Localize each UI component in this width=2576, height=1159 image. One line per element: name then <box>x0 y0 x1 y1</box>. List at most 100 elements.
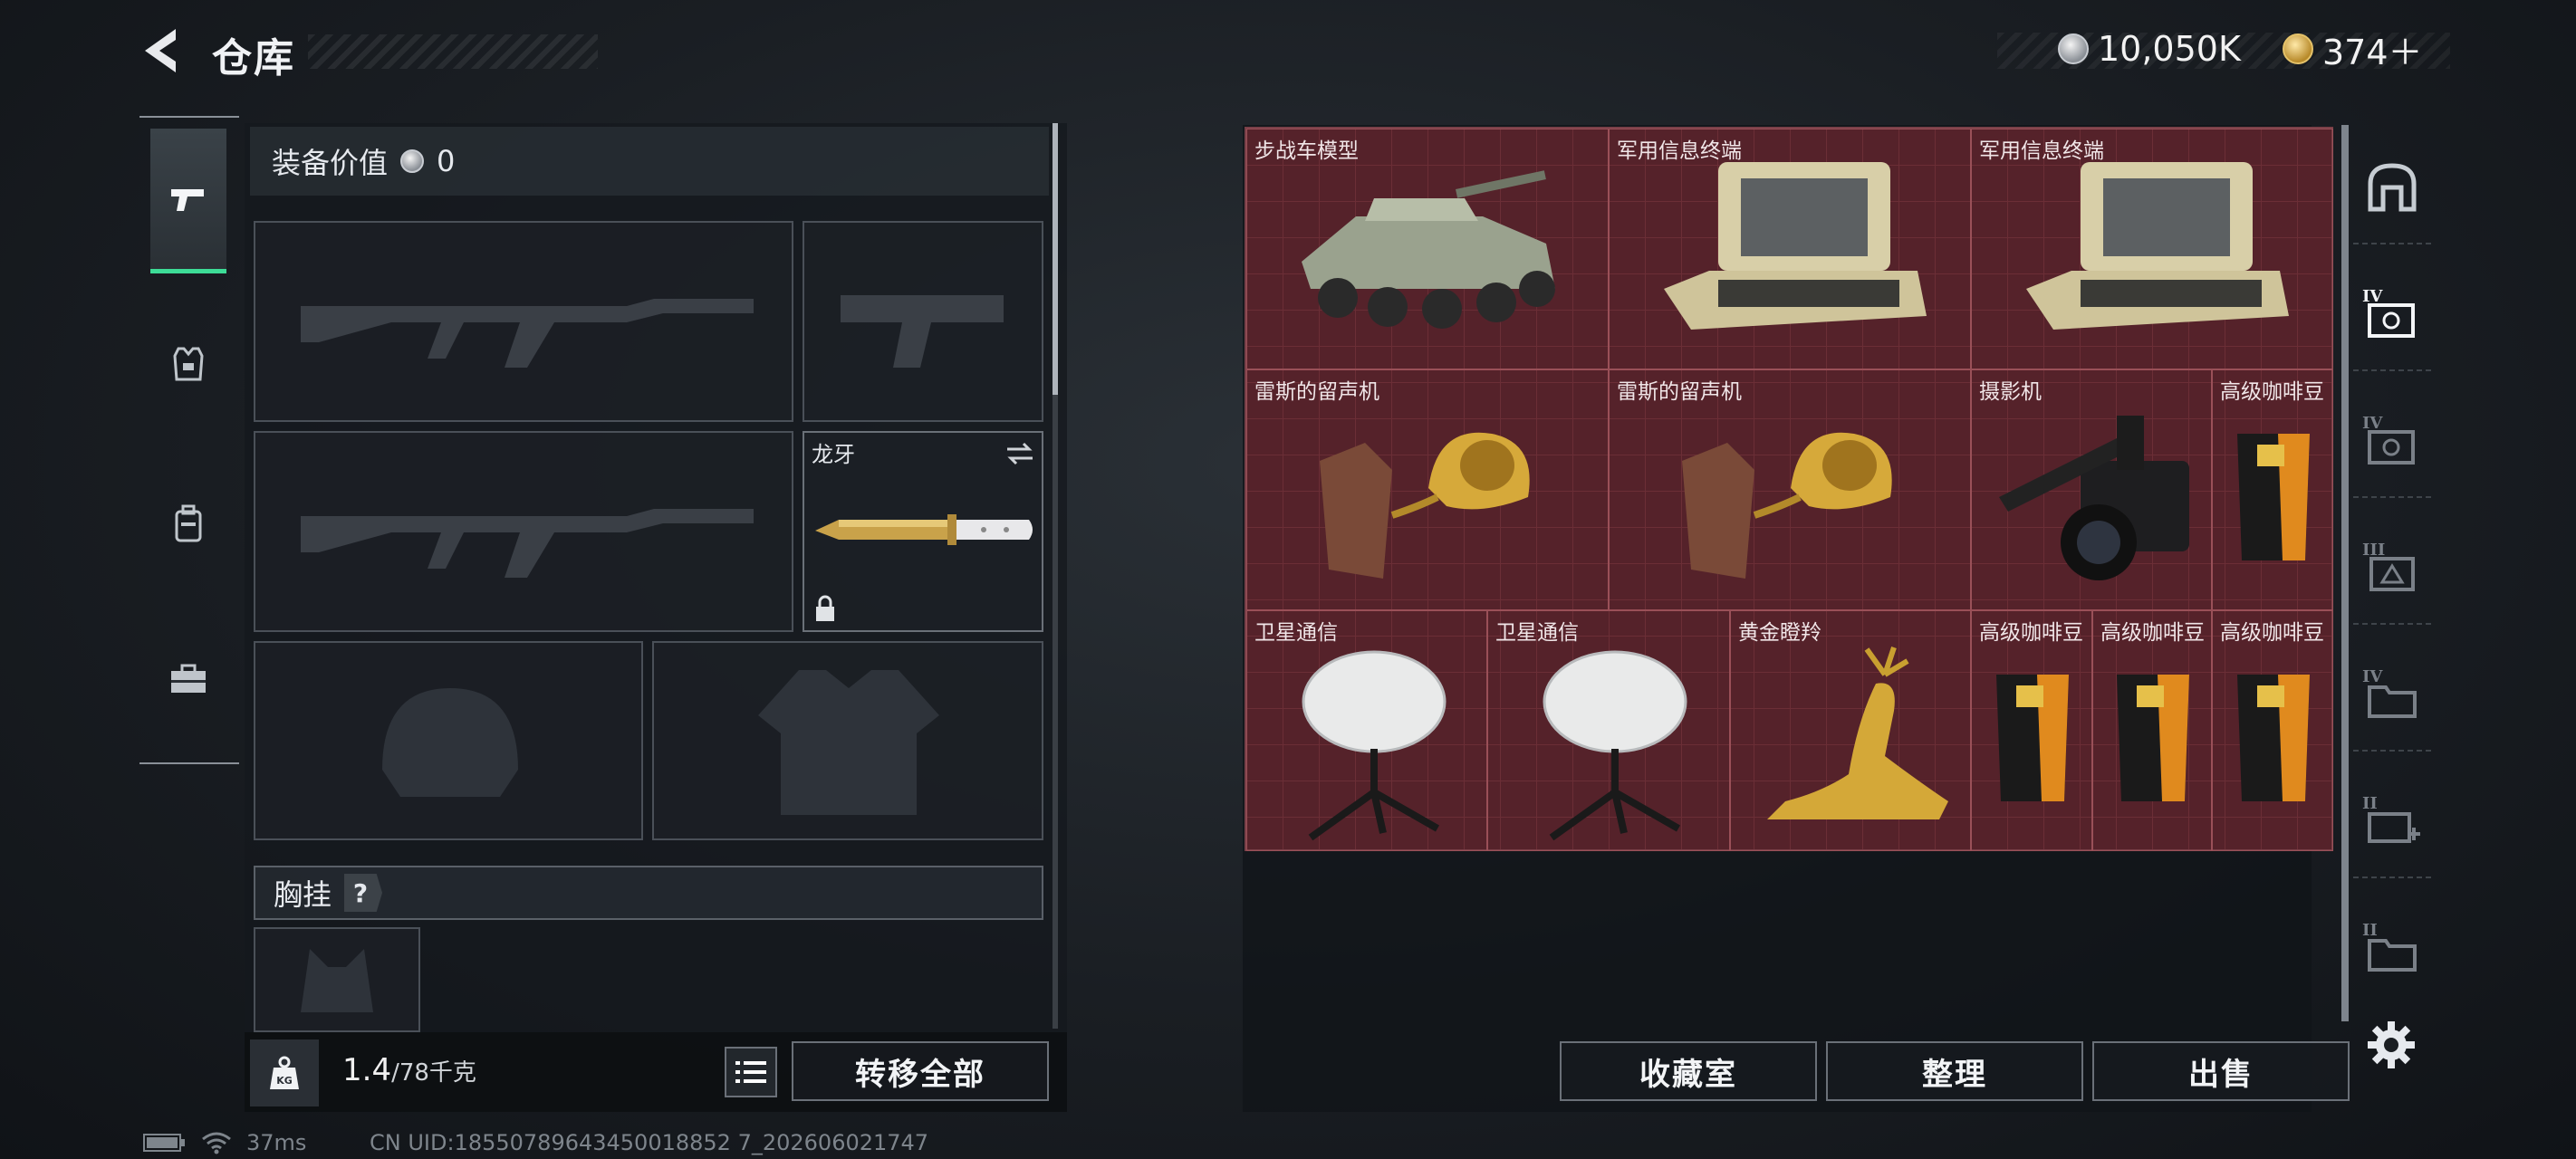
tier-label: III <box>2362 541 2385 560</box>
equipment-scrollbar-thumb[interactable] <box>1053 123 1058 395</box>
military-terminal-icon <box>2026 162 2289 330</box>
case-icon: III <box>2362 541 2415 591</box>
chest-rig-label: 胸挂 <box>274 877 332 912</box>
rail-container-2[interactable]: IV <box>2362 411 2422 471</box>
stash-item-military-terminal-1[interactable]: 军用信息终端 <box>1609 129 1971 369</box>
rifle-silhouette-icon <box>301 509 754 578</box>
rail-item-weapons[interactable] <box>150 129 226 273</box>
list-view-button[interactable] <box>725 1047 777 1097</box>
pistol-icon <box>171 188 204 211</box>
dragon-fang-knife-icon <box>815 514 1033 545</box>
equipment-value-header: 装备价值 0 <box>250 127 1049 196</box>
item-label: 高级咖啡豆 <box>2100 621 2205 645</box>
stash-item-camera[interactable]: 摄影机 <box>1971 369 2212 610</box>
stash-item-coffee-beans-4[interactable]: 高级咖啡豆 <box>2212 610 2333 851</box>
stash-item-gramophone-2[interactable]: 雷斯的留声机 <box>1609 369 1971 610</box>
weight-readout: 1.4/78千克 <box>342 1052 476 1088</box>
item-label: 高级咖啡豆 <box>1979 621 2083 645</box>
settings-gear-icon[interactable] <box>2366 1020 2417 1070</box>
gramophone-icon <box>1682 432 1892 579</box>
primary-weapon-slot-1[interactable] <box>254 221 793 422</box>
stash-item-coffee-beans-2[interactable]: 高级咖啡豆 <box>1971 610 2092 851</box>
knife-name: 龙牙 <box>812 442 855 467</box>
coffee-bag-icon <box>2237 434 2310 560</box>
gold-currency-value: 374＋ <box>2322 32 2423 72</box>
satellite-dish-icon <box>1302 650 1447 841</box>
silver-coin-icon <box>2058 34 2089 64</box>
primary-weapon-slot-2[interactable] <box>254 431 793 632</box>
tier-label: II <box>2362 794 2378 813</box>
rail-item-backpack[interactable] <box>150 451 226 596</box>
rail-container-3[interactable]: III <box>2362 538 2422 598</box>
military-terminal-icon <box>1664 162 1927 330</box>
rail-separator <box>2353 750 2431 752</box>
rail-item-toolbox[interactable] <box>150 607 226 752</box>
stash-item-golden-gazelle[interactable]: 黄金瞪羚 <box>1730 610 1971 851</box>
back-icon[interactable] <box>136 24 190 78</box>
rail-container-4[interactable]: IV <box>2362 665 2422 724</box>
helmet-slot[interactable] <box>254 641 643 840</box>
stash-item-satellite-2[interactable]: 卫星通信 <box>1487 610 1730 851</box>
battery-icon <box>143 1134 185 1152</box>
toolbox-icon <box>171 664 206 693</box>
tier-label: IV <box>2362 667 2383 686</box>
rifle-silhouette-icon <box>301 299 754 368</box>
coffee-bag-icon <box>2117 675 2189 801</box>
tier-label: II <box>2362 921 2378 940</box>
equipment-value: 0 <box>437 144 456 178</box>
vault-icon <box>2368 163 2417 212</box>
silver-currency-value: 10,050K <box>2098 29 2241 69</box>
gold-coin-icon <box>2283 34 2313 64</box>
item-label: 卫星通信 <box>1254 621 1338 645</box>
sidearm-slot[interactable] <box>803 221 1043 422</box>
rail-item-armor[interactable] <box>150 292 226 436</box>
stash-item-military-terminal-2[interactable]: 军用信息终端 <box>1971 129 2333 369</box>
tier-label: IV <box>2362 414 2383 433</box>
rail-separator <box>2353 496 2431 498</box>
body-armor-slot[interactable] <box>652 641 1043 840</box>
svg-text:KG: KG <box>276 1075 293 1087</box>
rail-separator <box>2353 876 2431 878</box>
sort-button[interactable]: 整理 <box>1826 1041 2083 1101</box>
silver-currency: 10,050K <box>2058 25 2241 72</box>
rail-separator <box>2353 369 2431 371</box>
backpack-icon <box>175 504 202 542</box>
rail-separator <box>2353 623 2431 625</box>
help-button[interactable]: ? <box>344 874 383 912</box>
rail-stash-home[interactable] <box>2362 158 2422 217</box>
rail-container-5[interactable]: II <box>2362 791 2422 851</box>
swap-icon[interactable] <box>1004 440 1036 467</box>
stash-item-satellite-1[interactable]: 卫星通信 <box>1246 610 1487 851</box>
collection-room-button[interactable]: 收藏室 <box>1560 1041 1817 1101</box>
rail-separator <box>2353 243 2431 244</box>
item-label: 雷斯的留声机 <box>1617 380 1742 404</box>
melee-slot[interactable]: 龙牙 <box>803 431 1043 632</box>
folder-icon: IV <box>2362 667 2417 718</box>
satellite-dish-icon <box>1543 650 1687 841</box>
camera-icon <box>1999 416 2189 580</box>
weight-icon: KG <box>270 1056 299 1089</box>
transfer-all-button[interactable]: 转移全部 <box>792 1041 1049 1101</box>
chest-rig-slot[interactable] <box>254 927 420 1032</box>
medkit-icon: II <box>2362 794 2420 843</box>
vest-silhouette-icon <box>758 670 939 815</box>
sell-button[interactable]: 出售 <box>2092 1041 2350 1101</box>
stash-item-gramophone-1[interactable]: 雷斯的留声机 <box>1246 369 1609 610</box>
safe-box-icon: IV <box>2362 414 2415 465</box>
title-decoration <box>308 34 598 69</box>
item-label: 雷斯的留声机 <box>1254 380 1379 404</box>
chest-rig-silhouette-icon <box>301 949 373 1012</box>
vest-icon <box>173 347 204 381</box>
stash-item-coffee-beans-3[interactable]: 高级咖啡豆 <box>2092 610 2212 851</box>
stash-item-coffee-beans-1[interactable]: 高级咖啡豆 <box>2212 369 2333 610</box>
rail-container-6[interactable]: II <box>2362 918 2422 978</box>
stash-item-ifv-model[interactable]: 步战车模型 <box>1246 129 1609 369</box>
tier-label: IV <box>2362 287 2383 306</box>
ping-text: 37ms <box>246 1130 307 1155</box>
golden-gazelle-icon <box>1767 647 1948 819</box>
gold-currency[interactable]: 374＋ <box>2283 25 2423 72</box>
rail-container-1[interactable]: IV <box>2362 284 2422 344</box>
helmet-silhouette-icon <box>382 688 518 797</box>
safe-box-icon: IV <box>2362 287 2415 338</box>
uid-text: CN UID:18550789643450018852 7_2026060217… <box>370 1130 929 1155</box>
